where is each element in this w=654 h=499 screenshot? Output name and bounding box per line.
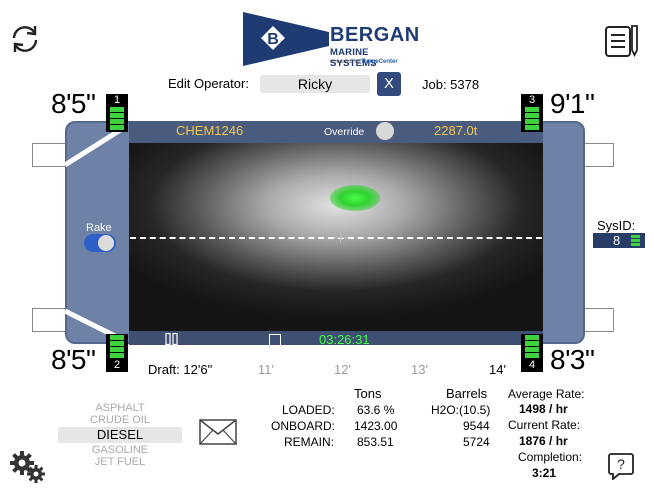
sensor-3[interactable]: 3 — [521, 94, 543, 132]
draft-tick: 11' — [258, 362, 274, 377]
draft-reading-3: 9'1" — [550, 88, 595, 119]
sensor-number: 1 — [113, 94, 121, 106]
tons-header: Tons — [354, 386, 382, 401]
sensor-number: 4 — [528, 359, 536, 371]
barge-tonnage: 2287.0t — [434, 123, 478, 138]
help-icon[interactable]: ? — [607, 452, 635, 480]
signal-bar — [110, 119, 124, 124]
onboard-label: ONBOARD: — [271, 419, 336, 433]
notes-icon[interactable] — [603, 22, 641, 60]
product-option-selected[interactable]: DIESEL — [58, 427, 182, 443]
pennant-logo-icon: B — [243, 12, 329, 66]
signal-bar — [110, 125, 124, 130]
mail-icon[interactable] — [198, 418, 238, 446]
crosshair-vertical — [340, 231, 341, 243]
sysid-label: SysID: — [597, 218, 636, 233]
signal-bar — [525, 347, 539, 352]
signal-bar — [110, 107, 124, 112]
average-rate-value: 1498 / hr — [519, 402, 568, 416]
product-option[interactable]: ASPHALT — [58, 402, 182, 414]
remain-tons: 853.51 — [357, 435, 394, 449]
signal-bar — [525, 335, 539, 340]
sensor-number: 3 — [528, 94, 536, 106]
signal-bar — [525, 113, 539, 118]
refresh-icon[interactable] — [8, 22, 42, 56]
clear-operator-button[interactable]: X — [377, 72, 401, 96]
sensor-1[interactable]: 1 — [106, 94, 128, 132]
edit-operator-label: Edit Operator: — [168, 76, 249, 91]
current-rate-label: Current Rate: — [508, 418, 581, 432]
onboard-barrels: 9544 — [463, 419, 490, 433]
company-logo: B BERGAN MARINE SYSTEMS POWERED BY Barge… — [243, 10, 420, 69]
product-option[interactable]: GASOLINE — [58, 444, 182, 456]
signal-bar — [525, 107, 539, 112]
svg-text:?: ? — [617, 456, 625, 472]
mooring-box-bottom-right — [584, 308, 614, 332]
signal-bar — [525, 125, 539, 130]
rake-toggle-knob[interactable] — [98, 235, 114, 251]
settings-icon[interactable] — [9, 450, 47, 484]
barrels-header: Barrels — [446, 386, 488, 401]
remain-barrels: 5724 — [463, 435, 490, 449]
draft-tick: 13' — [411, 362, 428, 377]
vessel-id: CHEM1246 — [176, 123, 244, 138]
product-option[interactable]: CRUDE OIL — [58, 414, 182, 426]
draft-reading-1: 8'5" — [51, 88, 96, 119]
signal-bar — [110, 341, 124, 346]
sensor-2[interactable]: 2 — [106, 334, 128, 372]
h2o-barrels: H2O:(10.5) — [431, 403, 491, 417]
draft-reading-2: 8'5" — [51, 344, 96, 375]
pause-icon[interactable] — [164, 333, 180, 345]
completion-label: Completion: — [518, 450, 583, 464]
draft-tick: 12' — [334, 362, 351, 377]
mooring-box-top-right — [584, 143, 614, 167]
draft-reading-4: 8'3" — [550, 344, 595, 375]
operator-input[interactable]: Ricky — [260, 75, 370, 93]
svg-text:B: B — [267, 31, 279, 48]
product-option[interactable]: JET FUEL — [58, 456, 182, 468]
signal-bar — [110, 113, 124, 118]
loaded-label: LOADED: — [282, 403, 335, 417]
stop-icon[interactable] — [269, 334, 281, 346]
signal-bar — [110, 353, 124, 358]
signal-bar — [525, 353, 539, 358]
current-rate-value: 1876 / hr — [519, 434, 568, 448]
product-picker[interactable]: ASPHALT CRUDE OIL DIESEL GASOLINE JET FU… — [58, 402, 182, 468]
draft-label: Draft: 12'6" — [148, 362, 213, 377]
signal-bar — [525, 119, 539, 124]
loading-timer: 03:26:31 — [319, 332, 370, 347]
signal-bar — [110, 335, 124, 340]
override-label: Override — [324, 126, 365, 138]
signal-bar — [525, 341, 539, 346]
rake-label: Rake — [86, 222, 112, 234]
onboard-tons: 1423.00 — [354, 419, 398, 433]
signal-bar — [110, 347, 124, 352]
logo-powered-by: POWERED BY BargeCenter — [330, 59, 398, 65]
sysid-signal-icon — [631, 235, 643, 247]
loaded-tons: 63.6 % — [357, 403, 395, 417]
logo-brand: BERGAN — [330, 24, 420, 46]
sensor-number: 2 — [113, 359, 121, 371]
remain-label: REMAIN: — [284, 435, 335, 449]
average-rate-label: Average Rate: — [508, 387, 585, 401]
override-toggle[interactable] — [376, 122, 394, 140]
logo-subtitle: MARINE SYSTEMS — [330, 47, 377, 69]
sensor-4[interactable]: 4 — [521, 334, 543, 372]
completion-value: 3:21 — [532, 466, 557, 480]
job-number: Job: 5378 — [422, 77, 480, 92]
cargo-level-indicator — [330, 185, 380, 211]
draft-tick: 14' — [489, 362, 506, 377]
